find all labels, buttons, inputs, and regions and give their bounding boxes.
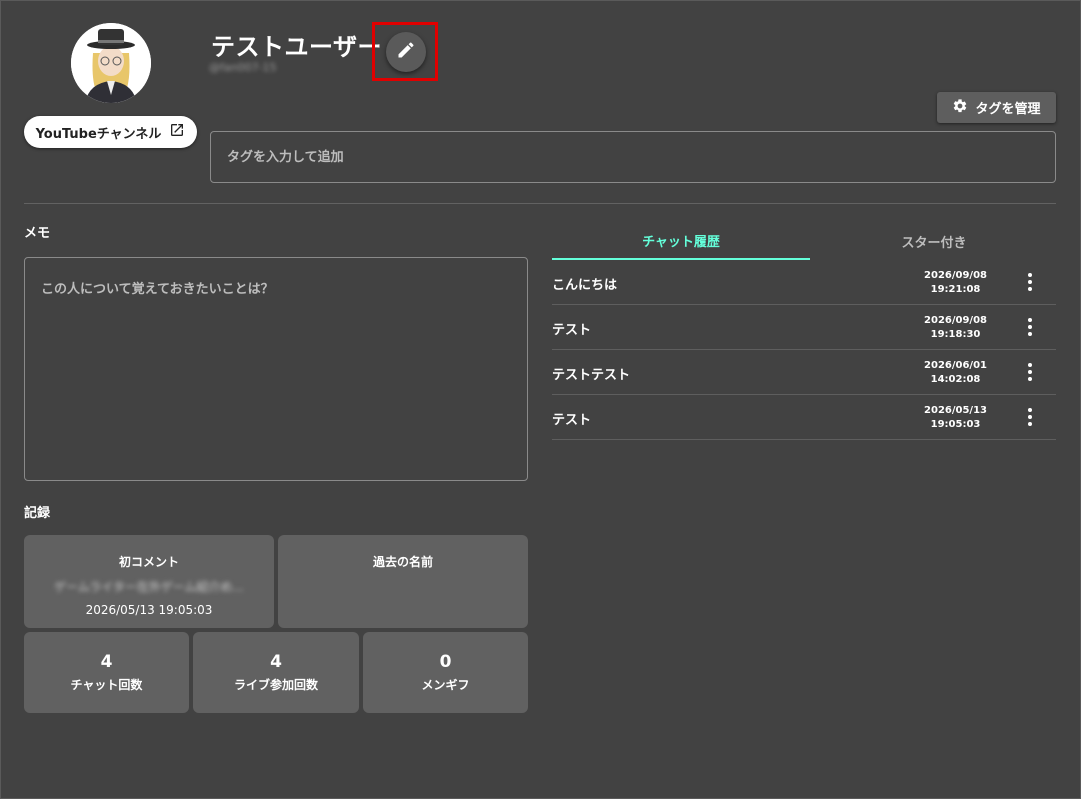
user-handle: @fan007-15	[209, 61, 277, 74]
avatar	[71, 23, 151, 103]
list-item[interactable]: テストテスト 2026/06/01 14:02:08	[552, 350, 1056, 395]
chat-date: 2026/09/08	[924, 270, 987, 281]
gear-icon	[952, 98, 968, 118]
chat-time: 19:18:30	[930, 329, 981, 340]
external-link-icon	[169, 122, 185, 142]
more-vert-icon[interactable]	[1021, 316, 1039, 338]
stat-label: メンギフ	[421, 678, 470, 692]
record-label: 記録	[24, 506, 51, 521]
chat-time: 19:05:03	[930, 419, 981, 430]
memo-label: メモ	[24, 226, 51, 241]
chat-date: 2026/05/13	[924, 405, 987, 416]
chat-date: 2026/06/01	[924, 360, 987, 371]
stat-value: 4	[100, 652, 113, 672]
chat-timestamp: 2026/09/08 19:21:08	[924, 269, 987, 297]
more-vert-icon[interactable]	[1021, 271, 1039, 293]
chat-timestamp: 2026/05/13 19:05:03	[924, 404, 987, 432]
tab-chat-history[interactable]: チャット履歴	[552, 223, 810, 260]
stat-value: 4	[270, 652, 282, 672]
chat-timestamp: 2026/09/08 19:18:30	[924, 314, 987, 342]
first-comment-date: 2026/05/13 19:05:03	[85, 603, 213, 617]
list-item[interactable]: テスト 2026/09/08 19:18:30	[552, 305, 1056, 350]
chat-time: 19:21:08	[930, 284, 981, 295]
highlight-box	[372, 22, 438, 81]
stat-label: チャット回数	[70, 678, 143, 692]
first-comment-card: 初コメント ゲームライター在外ゲーム紹介め... 2026/05/13 19:0…	[24, 535, 274, 628]
stat-card-live-count: 4 ライブ参加回数	[193, 632, 359, 713]
stat-card-member-gift: 0 メンギフ	[363, 632, 528, 713]
memo-textarea[interactable]	[24, 257, 528, 481]
more-vert-icon[interactable]	[1021, 406, 1039, 428]
tag-input[interactable]	[210, 131, 1056, 183]
youtube-channel-button[interactable]: YouTubeチャンネル	[24, 116, 197, 148]
list-item[interactable]: こんにちは 2026/09/08 19:21:08	[552, 260, 1056, 305]
past-names-title: 過去の名前	[372, 555, 433, 569]
stat-value: 0	[439, 652, 452, 672]
first-comment-title: 初コメント	[118, 555, 179, 569]
youtube-channel-label: YouTubeチャンネル	[35, 126, 162, 142]
list-item[interactable]: テスト 2026/05/13 19:05:03	[552, 395, 1056, 440]
chat-message: テスト	[552, 323, 592, 338]
more-vert-icon[interactable]	[1021, 361, 1039, 383]
tab-starred[interactable]: スター付き	[805, 223, 1063, 260]
user-profile-panel: YouTubeチャンネル テストユーザー @fan007-15 タグを管理 メモ…	[0, 0, 1081, 799]
stat-label: ライブ参加回数	[233, 678, 318, 692]
first-comment-text: ゲームライター在外ゲーム紹介め...	[54, 580, 244, 594]
past-names-card: 過去の名前	[278, 535, 528, 628]
chat-date: 2026/09/08	[924, 315, 987, 326]
chat-message: こんにちは	[552, 278, 618, 293]
divider	[24, 203, 1056, 204]
chat-message: テスト	[552, 413, 592, 428]
manage-tags-label: タグを管理	[975, 102, 1041, 117]
stat-card-chat-count: 4 チャット回数	[24, 632, 189, 713]
chat-timestamp: 2026/06/01 14:02:08	[924, 359, 987, 387]
manage-tags-button[interactable]: タグを管理	[937, 92, 1056, 123]
username: テストユーザー	[211, 33, 383, 61]
chat-time: 14:02:08	[930, 374, 981, 385]
chat-message: テストテスト	[552, 368, 631, 383]
